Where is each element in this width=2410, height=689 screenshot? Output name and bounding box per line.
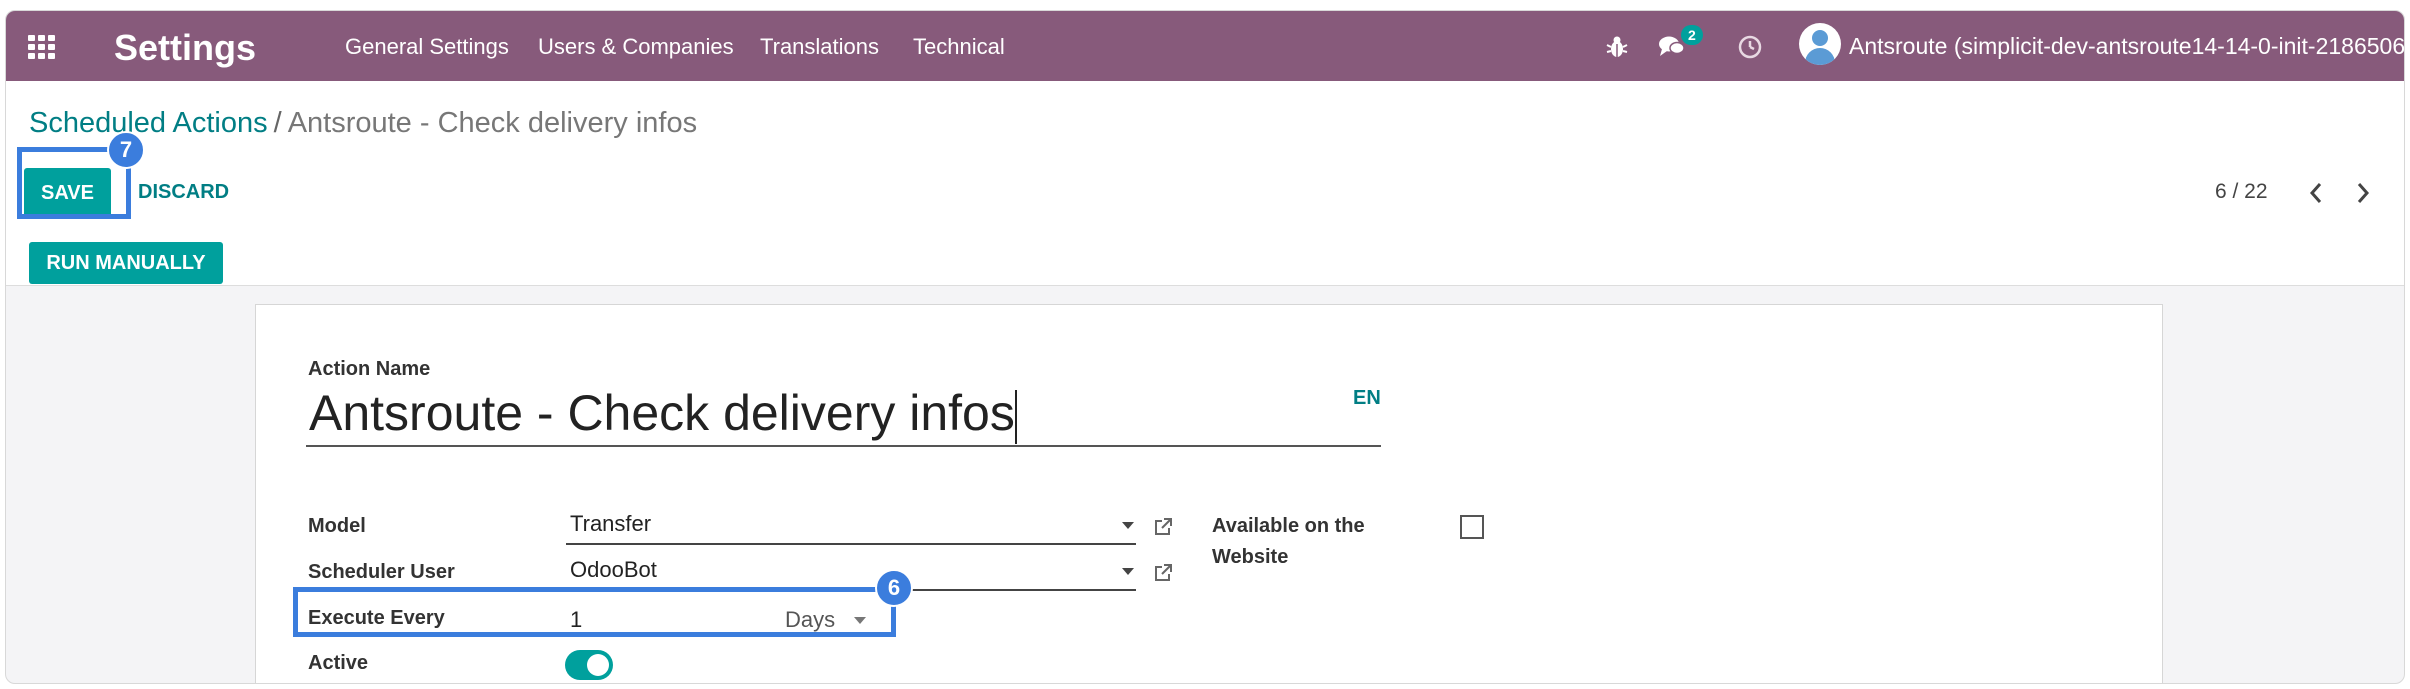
available-website-label-line1: Available on the — [1212, 515, 1365, 537]
app-window: Settings General Settings Users & Compan… — [5, 10, 2405, 684]
text-cursor — [1014, 389, 1017, 444]
available-website-label-line2: Website — [1212, 546, 1289, 568]
model-label: Model — [308, 515, 366, 537]
user-menu-name[interactable]: Antsroute (simplicit-dev-antsroute14-14-… — [1849, 33, 2404, 60]
scheduler-user-field[interactable]: OdooBot — [566, 551, 1136, 591]
discard-button[interactable]: DISCARD — [138, 181, 229, 204]
control-panel: Scheduled Actions / Antsroute - Check deli… — [6, 81, 2404, 230]
user-avatar[interactable] — [1799, 23, 1841, 65]
chevron-down-icon[interactable] — [854, 617, 866, 624]
form-statusbar: RUN MANUALLY — [6, 229, 2404, 286]
scheduler-user-label: Scheduler User — [308, 561, 455, 583]
menu-general-settings[interactable]: General Settings — [345, 34, 509, 60]
step-marker-6: 6 — [875, 569, 913, 607]
pager-value[interactable]: 6 / 22 — [2215, 180, 2268, 204]
breadcrumb-scheduled-actions[interactable]: Scheduled Actions — [29, 107, 268, 139]
messages-count-badge: 2 — [1681, 25, 1703, 45]
pager-previous-icon[interactable] — [2308, 181, 2324, 205]
top-navbar: Settings General Settings Users & Compan… — [6, 11, 2404, 81]
action-name-input[interactable]: Antsroute - Check delivery infos — [306, 383, 1381, 447]
external-link-icon[interactable] — [1153, 563, 1173, 583]
model-field[interactable]: Transfer — [566, 505, 1136, 545]
app-brand[interactable]: Settings — [114, 27, 256, 69]
activity-clock-icon[interactable] — [1738, 35, 1762, 59]
action-name-label: Action Name — [308, 358, 431, 380]
run-manually-button[interactable]: RUN MANUALLY — [29, 242, 223, 284]
pager-next-icon[interactable] — [2355, 181, 2371, 205]
menu-technical[interactable]: Technical — [913, 34, 1005, 60]
available-website-checkbox[interactable] — [1460, 515, 1484, 539]
active-label: Active — [308, 652, 369, 674]
debug-bug-icon[interactable] — [1606, 35, 1628, 59]
active-toggle[interactable] — [565, 650, 613, 680]
menu-translations[interactable]: Translations — [760, 34, 879, 60]
chevron-down-icon[interactable] — [1122, 522, 1134, 529]
action-name-value: Antsroute - Check delivery infos — [309, 385, 1015, 441]
interval-type-select[interactable]: Days — [785, 607, 835, 633]
translate-lang-button[interactable]: EN — [1353, 387, 1381, 410]
execute-every-label: Execute Every — [308, 607, 445, 629]
breadcrumb-current: Antsroute - Check delivery infos — [287, 107, 698, 139]
menu-users-companies[interactable]: Users & Companies — [538, 34, 734, 60]
model-value: Transfer — [570, 511, 652, 536]
breadcrumb-separator: / — [273, 107, 282, 139]
external-link-icon[interactable] — [1153, 517, 1173, 537]
apps-grid-icon[interactable] — [28, 35, 58, 59]
scheduler-user-value: OdooBot — [570, 557, 657, 582]
save-button[interactable]: SAVE — [24, 168, 111, 218]
interval-number-input[interactable]: 1 — [570, 607, 582, 633]
step-marker-7: 7 — [107, 131, 145, 169]
chevron-down-icon[interactable] — [1122, 568, 1134, 575]
form-sheet: Action Name Antsroute - Check delivery i… — [255, 304, 2163, 683]
